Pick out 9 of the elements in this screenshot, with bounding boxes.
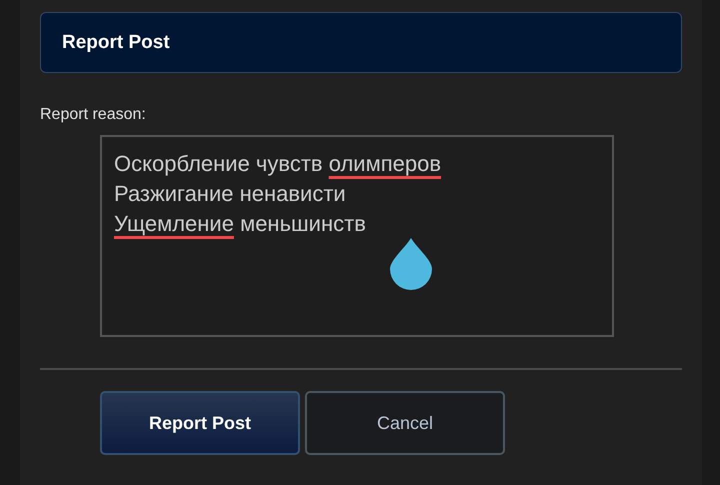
cancel-button[interactable]: Cancel: [305, 391, 505, 455]
dialog-title: Report Post: [62, 32, 170, 54]
text-line: Оскорбление чувств олимперов: [114, 150, 442, 178]
text-line: Ущемление меньшинств: [114, 210, 367, 238]
text-area[interactable]: Оскорбление чувств олимперов Разжигание ненависти Ущемление меньшинств: [100, 135, 614, 337]
text-line: Разжигание ненависти: [114, 180, 347, 208]
selection-handle-icon[interactable]: [390, 238, 432, 290]
field-label: Report reason:: [40, 106, 147, 124]
report-button[interactable]: Report Post: [100, 391, 300, 455]
